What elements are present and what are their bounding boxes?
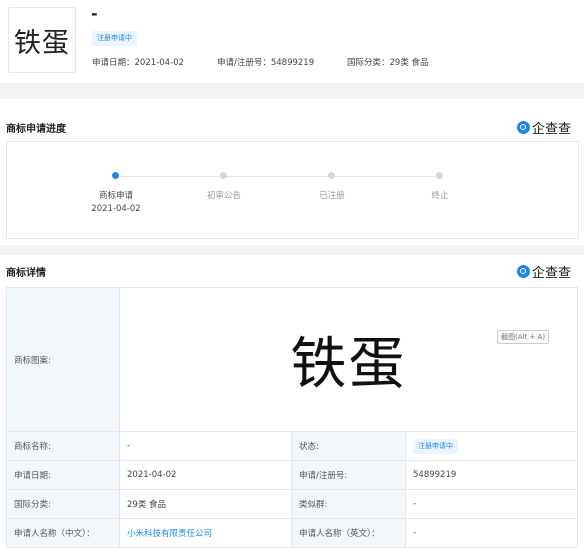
qichacha-logo-icon [517,121,530,134]
step-dot-terminated [436,172,443,179]
brand-name: 企查查 [532,266,572,281]
step-label-terminated: 终止 [431,191,449,201]
row-label: 申请人名称（中文）： [6,518,120,548]
row-value: - [119,431,292,461]
row-label: 申请/注册号: [291,460,406,490]
trademark-logo-text: 铁蛋 [14,27,70,59]
progress-section-title: 商标申请进度 [6,124,66,135]
screenshot-tooltip: 截图(Alt + A) [497,330,550,344]
step-date-applied: 2021-04-02 [91,204,141,214]
step-label-prelim: 初审公告 [206,191,241,201]
image-label: 商标图案: [6,287,120,432]
status-badge: 注册申请中 [92,31,137,46]
row-label: 类似群: [291,489,406,519]
apply-date: 申请日期：2021-04-02 [92,58,184,68]
row-label: 申请人名称（英文）： [291,518,406,548]
row-value: - [405,489,578,519]
progress-track [119,176,439,177]
row-label: 申请日期: [6,460,120,490]
row-value: 注册申请中 [405,431,578,461]
details-section-title: 商标详情 [6,268,46,279]
trademark-image-text: 铁蛋 [290,332,407,397]
brand-logo[interactable]: 企查查 [517,262,571,281]
row-label: 国际分类: [6,489,120,519]
step-dot-prelim [220,172,227,179]
registration-number: 申请/注册号：54899219 [217,58,315,68]
step-dot-applied [112,172,119,179]
row-value: 29类 食品 [119,489,292,519]
row-label: 商标名称: [6,431,120,461]
applicant-link[interactable]: 小米科技有限责任公司 [119,518,292,548]
row-value: - [405,518,578,548]
step-label-registered: 已注册 [319,191,345,201]
row-label: 状态: [291,431,406,461]
step-dot-registered [328,172,335,179]
brand-logo[interactable]: 企查查 [517,118,571,137]
section-divider [0,83,584,99]
status-badge: 注册申请中 [413,438,458,454]
row-value: 54899219 [405,460,578,490]
qichacha-logo-icon [517,265,530,278]
row-value: 2021-04-02 [119,460,292,490]
trademark-logo: 铁蛋 [8,7,76,73]
brand-name: 企查查 [532,122,572,137]
trademark-title: - [91,4,98,23]
trademark-image: 铁蛋 [119,287,578,432]
section-divider [0,245,584,255]
international-class: 国际分类：29类 食品 [347,58,429,68]
step-label-applied: 商标申请 [98,191,133,201]
